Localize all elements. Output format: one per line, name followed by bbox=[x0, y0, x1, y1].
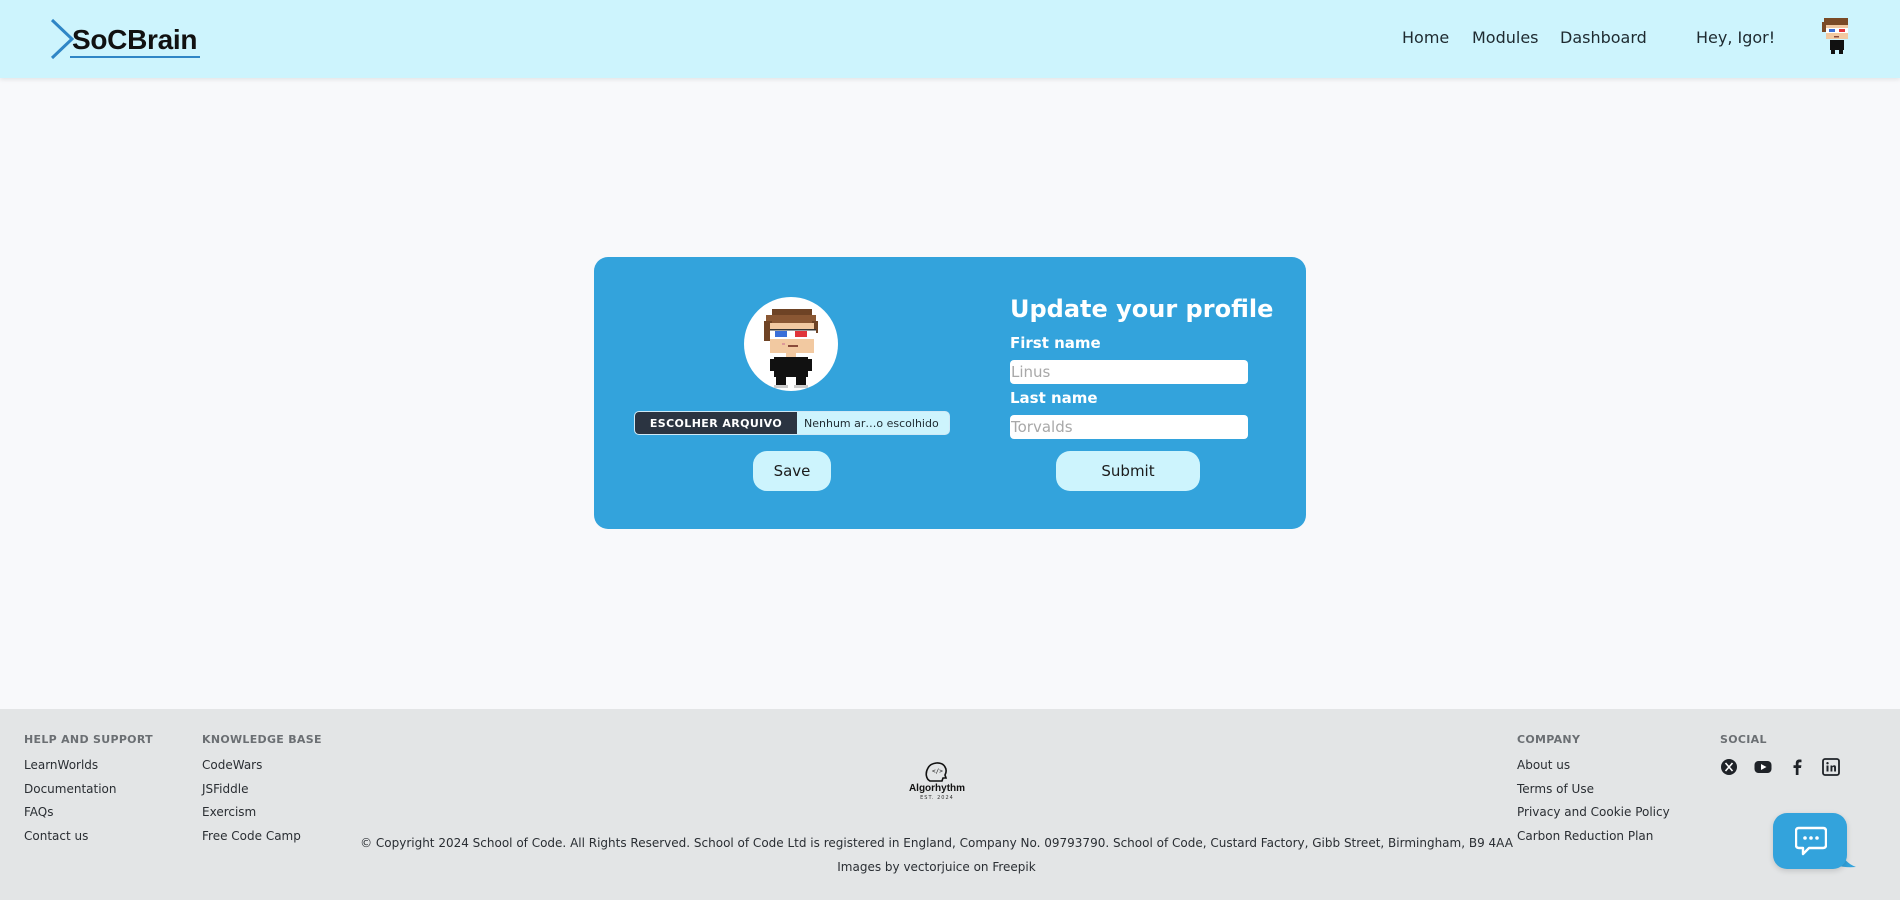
submit-button[interactable]: Submit bbox=[1056, 451, 1200, 491]
social-icons bbox=[1720, 758, 1840, 776]
algorhythm-logo: </> Algorhythm EST. 2024 bbox=[904, 759, 970, 807]
file-picker: ESCOLHER ARQUIVO Nenhum ar…o escolhido bbox=[634, 411, 950, 435]
chat-button[interactable] bbox=[1773, 813, 1847, 869]
first-name-label: First name bbox=[1010, 334, 1101, 352]
link-exercism[interactable]: Exercism bbox=[202, 805, 322, 820]
logo-underline bbox=[70, 56, 200, 58]
youtube-icon[interactable] bbox=[1754, 758, 1772, 776]
nav-modules[interactable]: Modules bbox=[1472, 28, 1539, 47]
social-heading: SOCIAL bbox=[1720, 733, 1767, 746]
link-codewars[interactable]: CodeWars bbox=[202, 758, 322, 773]
help-heading: HELP AND SUPPORT bbox=[24, 733, 153, 746]
avatar-icon bbox=[1822, 18, 1848, 54]
link-documentation[interactable]: Documentation bbox=[24, 782, 153, 797]
choose-file-button[interactable]: ESCOLHER ARQUIVO bbox=[635, 412, 797, 434]
link-jsfiddle[interactable]: JSFiddle bbox=[202, 782, 322, 797]
last-name-label: Last name bbox=[1010, 389, 1098, 407]
chosen-file-name: Nenhum ar…o escolhido bbox=[804, 416, 939, 430]
social-column: SOCIAL bbox=[1720, 733, 1840, 776]
profile-card: ESCOLHER ARQUIVO Nenhum ar…o escolhido S… bbox=[594, 257, 1306, 529]
chat-icon bbox=[1795, 826, 1827, 856]
profile-avatar bbox=[744, 297, 838, 391]
company-heading: COMPANY bbox=[1517, 733, 1581, 746]
last-name-input[interactable] bbox=[1010, 415, 1248, 439]
knowledge-base-column: KNOWLEDGE BASE CodeWars JSFiddle Exercis… bbox=[202, 733, 322, 852]
site-footer: HELP AND SUPPORT LearnWorlds Documentati… bbox=[0, 709, 1900, 900]
brand-name: Algorhythm bbox=[908, 783, 966, 794]
knowledge-heading: KNOWLEDGE BASE bbox=[202, 733, 322, 746]
svg-text:</>: </> bbox=[932, 768, 943, 775]
top-header: SoCBrain Home Modules Dashboard Hey, Igo… bbox=[0, 0, 1900, 78]
brain-head-icon: </> bbox=[925, 762, 948, 782]
link-carbon-reduction[interactable]: Carbon Reduction Plan bbox=[1517, 829, 1670, 844]
link-learnworlds[interactable]: LearnWorlds bbox=[24, 758, 153, 773]
profile-avatar-icon bbox=[764, 309, 818, 388]
linkedin-icon[interactable] bbox=[1822, 758, 1840, 776]
link-privacy-policy[interactable]: Privacy and Cookie Policy bbox=[1517, 805, 1670, 820]
link-about-us[interactable]: About us bbox=[1517, 758, 1670, 773]
first-name-input[interactable] bbox=[1010, 360, 1248, 384]
link-terms-of-use[interactable]: Terms of Use bbox=[1517, 782, 1670, 797]
nav-dashboard[interactable]: Dashboard bbox=[1560, 28, 1647, 47]
user-greeting: Hey, Igor! bbox=[1696, 28, 1776, 47]
main-nav: Home Modules Dashboard bbox=[0, 28, 1900, 52]
form-title: Update your profile bbox=[1010, 295, 1274, 323]
link-faqs[interactable]: FAQs bbox=[24, 805, 153, 820]
save-avatar-button[interactable]: Save bbox=[753, 451, 831, 491]
help-support-column: HELP AND SUPPORT LearnWorlds Documentati… bbox=[24, 733, 153, 852]
user-avatar[interactable] bbox=[1818, 16, 1854, 56]
facebook-icon[interactable] bbox=[1788, 758, 1806, 776]
x-icon[interactable] bbox=[1720, 758, 1738, 776]
company-column: COMPANY About us Terms of Use Privacy an… bbox=[1517, 733, 1670, 852]
brand-est: EST. 2024 bbox=[920, 795, 954, 801]
nav-home[interactable]: Home bbox=[1402, 28, 1449, 47]
image-credits: Images by vectorjuice on Freepik bbox=[837, 860, 1036, 874]
